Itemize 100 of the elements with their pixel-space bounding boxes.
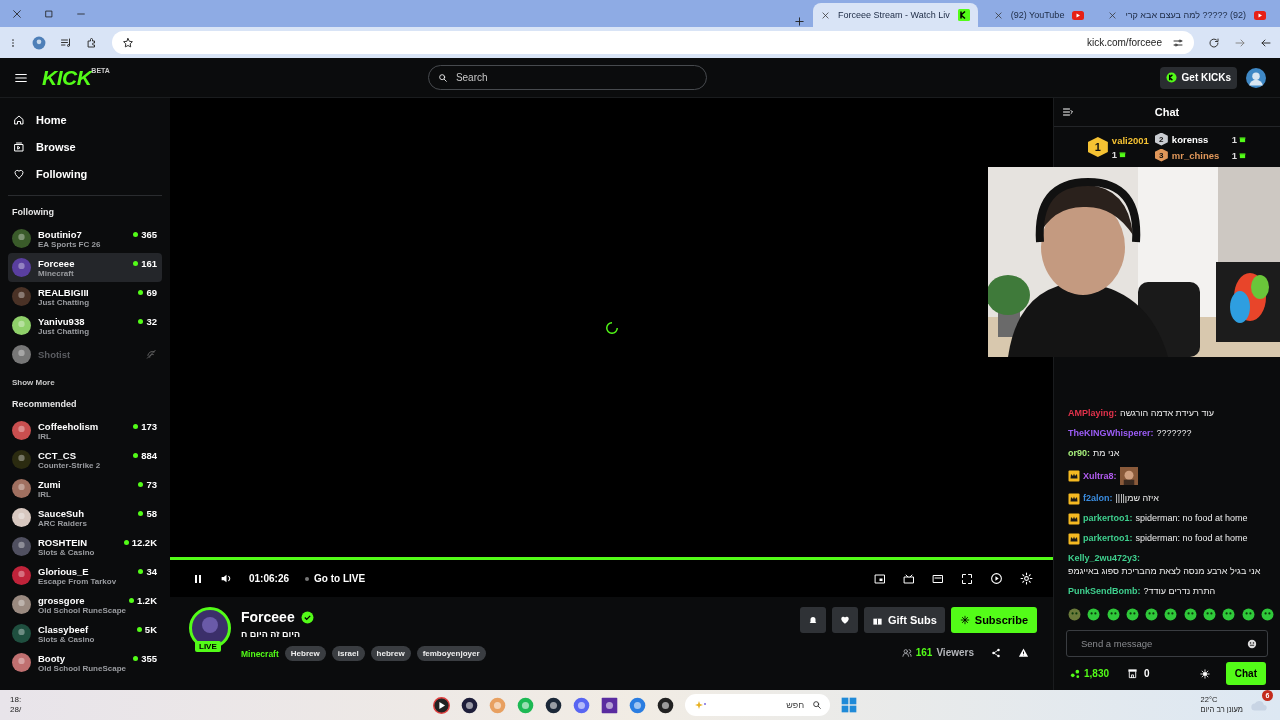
media-icon[interactable] — [60, 36, 72, 49]
message-field[interactable]: Send a message — [1079, 637, 1247, 650]
app-icon[interactable] — [601, 696, 619, 714]
channel-item[interactable]: CCT_CS Counter-Strike 2 884 — [8, 445, 162, 474]
category-label: Minecraft — [38, 268, 75, 278]
miniplayer-icon[interactable] — [874, 572, 886, 585]
tag-chip[interactable]: hebrew — [370, 646, 411, 661]
channel-item[interactable]: REALBIGIII Just Chatting 69 — [8, 282, 162, 311]
emote-icon[interactable] — [1260, 607, 1274, 621]
chat-settings-icon[interactable] — [1199, 668, 1210, 679]
home-icon — [13, 113, 25, 126]
browser-tab[interactable]: (92) ????? למה בעצם אבא קרי — [1100, 3, 1274, 27]
collapse-icon[interactable] — [1062, 106, 1074, 118]
share-icon[interactable] — [991, 647, 1001, 658]
search-field[interactable]: Search — [453, 71, 697, 84]
channel-item[interactable]: Classybeef Slots & Casino 5K — [8, 619, 162, 648]
live-dot — [138, 319, 144, 324]
chat-username[interactable]: parkertoo1: — [1083, 512, 1133, 525]
category-label: Slots & Casino — [38, 547, 96, 557]
report-icon[interactable] — [1018, 647, 1029, 658]
theater-icon[interactable] — [903, 572, 915, 585]
clip-icon[interactable] — [990, 572, 1003, 585]
nav-item[interactable]: Home — [8, 106, 162, 133]
app-icon[interactable] — [545, 696, 563, 714]
close-icon[interactable] — [1108, 10, 1118, 20]
message-box[interactable]: Send a message — [1066, 630, 1268, 657]
nav-item[interactable]: Browse — [8, 133, 162, 160]
channel-item[interactable]: grossgore Old School RuneScape 1.2K — [8, 590, 162, 619]
new-tab-icon[interactable] — [793, 16, 805, 27]
emote-icon[interactable] — [1203, 607, 1217, 621]
chat-username[interactable]: parkertoo1: — [1083, 532, 1133, 545]
taskbar-search-box[interactable]: חפש — [685, 694, 831, 716]
channel-item[interactable]: Forceee Minecraft 161 — [8, 253, 162, 282]
chat-username[interactable]: Kelly_2wu472y3: — [1068, 552, 1141, 565]
chat-username[interactable]: AMPlaying: — [1068, 407, 1117, 420]
category-link[interactable]: Minecraft — [241, 648, 279, 659]
profile-avatar[interactable] — [32, 35, 46, 50]
emote-icon[interactable] — [1222, 607, 1236, 621]
emote-icon[interactable] — [1068, 607, 1081, 621]
chat-username[interactable]: or90: — [1068, 447, 1090, 460]
channel-name: Coffeeholism — [38, 420, 100, 432]
channel-item[interactable]: Coffeeholism IRL 173 — [8, 416, 162, 445]
browser-tab[interactable]: Forceee Stream - Watch Liv — [812, 3, 978, 27]
play-icon[interactable] — [433, 696, 451, 714]
emote-icon[interactable] — [1106, 607, 1120, 621]
emoji-icon[interactable] — [1247, 638, 1257, 649]
chat-username[interactable]: Xultra8: — [1083, 469, 1117, 483]
emote-icon[interactable] — [1125, 607, 1139, 621]
channel-item[interactable]: SauceSuh ARC Raiders 58 — [8, 503, 162, 532]
viewers-icon — [901, 647, 912, 658]
start-icon[interactable] — [841, 697, 858, 713]
emote-icon[interactable] — [1164, 607, 1178, 621]
get-kicks-button[interactable]: Get KICKs — [1159, 66, 1237, 89]
wide-mode-icon[interactable] — [932, 572, 944, 585]
close-icon[interactable] — [12, 8, 22, 19]
chat-username[interactable]: TheKINGWhisperer: — [1068, 427, 1154, 440]
app-icon[interactable] — [461, 696, 479, 714]
star-icon[interactable] — [122, 36, 134, 49]
tag-chip[interactable]: israel — [331, 646, 365, 661]
viewer-count: 161 — [141, 258, 157, 269]
channel-item[interactable]: ROSHTEIN Slots & Casino 12.2K — [8, 532, 162, 561]
taskbar-search-field[interactable]: חפש — [715, 699, 807, 711]
chat-message: איזה שמן|||| — [1115, 492, 1159, 505]
volume-icon[interactable] — [220, 572, 233, 585]
browser-tab[interactable]: (92) YouTube — [985, 3, 1093, 27]
rank-badge: 3 — [1154, 148, 1168, 162]
gift-subs-button[interactable]: Gift Subs — [863, 607, 945, 633]
fullscreen-icon[interactable] — [961, 572, 973, 585]
extensions-icon[interactable] — [86, 36, 98, 49]
notification-button[interactable] — [799, 607, 826, 633]
tag-chip[interactable]: femboyenjoyer — [416, 646, 486, 661]
reload-icon[interactable] — [1208, 36, 1220, 49]
channel-item[interactable]: Yanivu938 Just Chatting 32 — [8, 311, 162, 340]
app-icon[interactable] — [657, 696, 675, 714]
emote-icon[interactable] — [1145, 607, 1159, 621]
settings-icon[interactable] — [1020, 572, 1033, 585]
channel-item[interactable]: Zumi IRL 73 — [8, 474, 162, 503]
restore-icon[interactable] — [44, 8, 54, 19]
channel-item[interactable]: Boutinio7 EA Sports FC 26 365 — [8, 224, 162, 253]
close-icon[interactable] — [993, 10, 1003, 20]
tag-chip[interactable]: Hebrew — [284, 646, 326, 661]
emote-icon[interactable] — [1087, 607, 1101, 621]
kick-logo[interactable]: KICK — [42, 65, 92, 90]
search-box[interactable]: Search — [427, 65, 707, 90]
chat-username[interactable]: f2alon: — [1083, 492, 1113, 505]
close-icon[interactable] — [820, 10, 830, 20]
emote-icon[interactable] — [1183, 607, 1197, 621]
pause-icon[interactable] — [192, 572, 204, 585]
chat-username[interactable]: PunkSendBomb: — [1068, 585, 1141, 598]
follow-button[interactable] — [831, 607, 858, 633]
user-avatar[interactable] — [1246, 67, 1266, 88]
chat-title: Chat — [1154, 106, 1180, 118]
show-more-link[interactable]: Show More — [12, 378, 55, 387]
subscribe-button[interactable]: Subscribe — [950, 607, 1037, 633]
nav-item[interactable]: Following — [8, 160, 162, 187]
send-chat-button[interactable]: Chat — [1225, 662, 1266, 685]
go-live-button[interactable]: Go to LIVE — [305, 573, 366, 584]
channel-item[interactable]: Glorious_E Escape From Tarkov 34 — [8, 561, 162, 590]
emote-icon[interactable] — [1241, 607, 1255, 621]
channel-item[interactable]: Booty Old School RuneScape 355 — [8, 648, 162, 677]
